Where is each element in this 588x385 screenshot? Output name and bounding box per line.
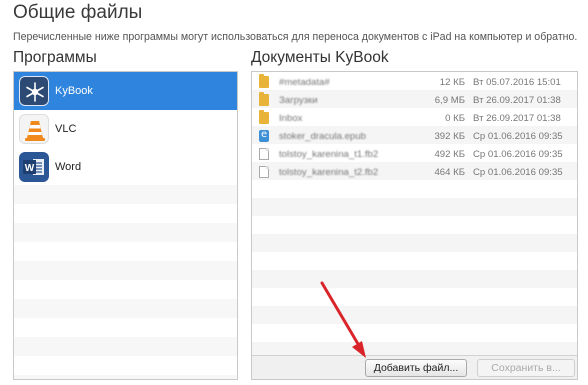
file-date: Вт 05.07.2016 15:01 xyxy=(473,76,561,88)
svg-text:W: W xyxy=(25,163,35,174)
file-date: Ср 01.06.2016 09:35 xyxy=(473,130,563,142)
save-to-button[interactable]: Сохранить в... xyxy=(477,359,575,377)
file-date: Вт 26.09.2017 01:38 xyxy=(473,94,561,106)
page-description: Перечисленные ниже программы могут испол… xyxy=(13,31,578,43)
folder-icon xyxy=(259,110,269,124)
file-name: Загрузки xyxy=(279,94,318,106)
epub-file-icon xyxy=(259,129,269,142)
file-date: Ср 01.06.2016 09:35 xyxy=(473,166,563,178)
file-row[interactable]: tolstoy_karenina_t1.fb2 492 КБ Ср 01.06.… xyxy=(252,145,577,163)
page-title: Общие файлы xyxy=(13,2,143,23)
app-item-word[interactable]: W Word xyxy=(14,148,237,186)
apps-list: KyBook VLC W Word xyxy=(13,71,238,380)
file-size: 464 КБ xyxy=(434,166,465,178)
file-name: stoker_dracula.epub xyxy=(279,130,366,142)
app-label: KyBook xyxy=(55,85,93,97)
app-label: VLC xyxy=(55,123,77,135)
document-file-icon xyxy=(259,148,269,160)
file-size: 6,9 МБ xyxy=(434,94,465,106)
file-name: #metadata# xyxy=(279,76,330,88)
file-name: tolstoy_karenina_t1.fb2 xyxy=(279,148,379,160)
file-row[interactable]: stoker_dracula.epub 392 КБ Ср 01.06.2016… xyxy=(252,127,577,145)
folder-icon xyxy=(259,74,269,88)
file-row[interactable]: Загрузки 6,9 МБ Вт 26.09.2017 01:38 xyxy=(252,91,577,109)
documents-list: #metadata# 12 КБ Вт 05.07.2016 15:01 Заг… xyxy=(251,71,578,380)
file-row[interactable]: #metadata# 12 КБ Вт 05.07.2016 15:01 xyxy=(252,73,577,91)
file-row[interactable]: Inbox 0 КБ Вт 26.09.2017 01:38 xyxy=(252,109,577,127)
app-item-vlc[interactable]: VLC xyxy=(14,110,237,148)
kybook-icon xyxy=(19,76,49,106)
file-size: 0 КБ xyxy=(445,112,465,124)
app-label: Word xyxy=(55,161,82,173)
documents-heading: Документы KyBook xyxy=(251,49,389,66)
file-date: Вт 26.09.2017 01:38 xyxy=(473,112,561,124)
document-file-icon xyxy=(259,166,269,178)
app-item-kybook[interactable]: KyBook xyxy=(14,72,237,110)
file-size: 492 КБ xyxy=(434,148,465,160)
file-size: 392 КБ xyxy=(434,130,465,142)
folder-icon xyxy=(259,92,269,106)
word-icon: W xyxy=(19,152,49,182)
file-date: Ср 01.06.2016 09:35 xyxy=(473,148,563,160)
file-row[interactable]: tolstoy_karenina_t2.fb2 464 КБ Ср 01.06.… xyxy=(252,163,577,181)
file-name: Inbox xyxy=(279,112,303,124)
apps-heading: Программы xyxy=(13,49,97,66)
file-name: tolstoy_karenina_t2.fb2 xyxy=(279,166,379,178)
add-file-button[interactable]: Добавить файл... xyxy=(365,359,467,377)
apps-list-empty-rows xyxy=(14,185,237,379)
file-size: 12 КБ xyxy=(439,76,465,88)
vlc-icon xyxy=(19,114,49,144)
documents-toolbar: Добавить файл... Сохранить в... xyxy=(252,355,577,379)
